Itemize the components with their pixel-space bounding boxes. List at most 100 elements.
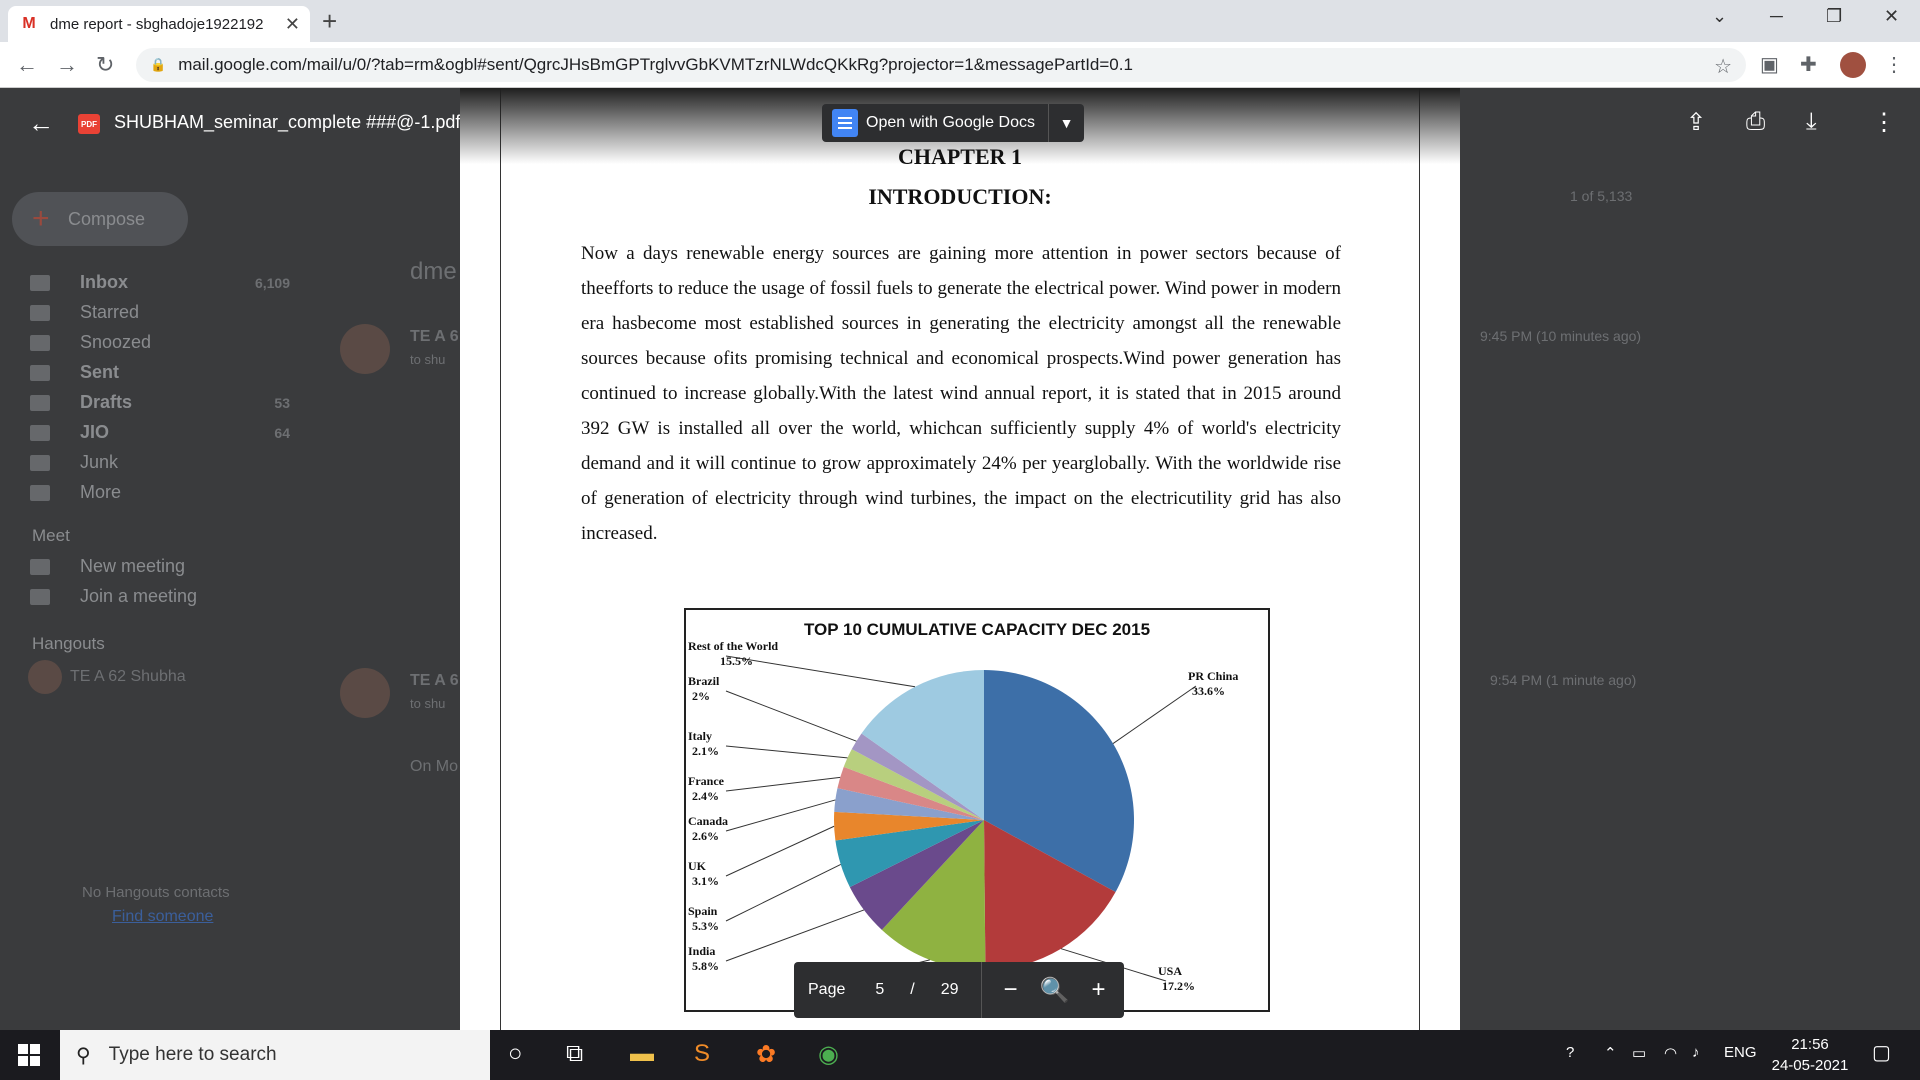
- nav-more[interactable]: More: [30, 482, 290, 503]
- keyboard-icon: [30, 588, 50, 605]
- zoom-icon[interactable]: 🔍: [1040, 976, 1070, 1005]
- page-separator: /: [910, 981, 915, 998]
- star-icon: [30, 304, 50, 321]
- slice-value-label: 15.5%: [720, 654, 753, 668]
- browser-menu-icon[interactable]: ⋮: [1884, 52, 1904, 77]
- join-meeting[interactable]: Join a meeting: [30, 586, 290, 607]
- minimize-icon[interactable]: ─: [1770, 6, 1783, 27]
- nav-junk[interactable]: Junk: [30, 452, 290, 473]
- volume-icon[interactable]: ♪: [1692, 1044, 1700, 1061]
- zoom-out-icon[interactable]: −: [1004, 976, 1018, 1004]
- puzzle-icon[interactable]: ✚: [1800, 52, 1817, 77]
- tray-chevron-icon[interactable]: ⌃: [1604, 1044, 1617, 1062]
- close-tab-icon[interactable]: ✕: [285, 14, 300, 35]
- windows-start-icon[interactable]: [18, 1044, 40, 1066]
- leader-line: [725, 909, 865, 962]
- file-name: SHUBHAM_seminar_complete ###@-1.pdf: [114, 112, 461, 132]
- language-indicator[interactable]: ENG: [1724, 1044, 1757, 1061]
- battery-icon[interactable]: ▭: [1632, 1044, 1646, 1062]
- compose-label: Compose: [68, 208, 146, 229]
- pie-chart: PR China33.6%USA17.2%GermanyIndia5.8%Spa…: [688, 639, 1238, 993]
- more-options-icon[interactable]: ⋮: [1872, 108, 1896, 137]
- slice-name-label: Italy: [688, 729, 712, 743]
- windows-taskbar: ⚲ Type here to search ○ ⧉ ▬ S ✿ ◉ ? ⌃ ▭ …: [0, 1030, 1920, 1080]
- wifi-icon[interactable]: ◠: [1664, 1044, 1677, 1062]
- leader-line: [725, 799, 836, 832]
- slice-value-label: 3.1%: [692, 874, 719, 888]
- leader-line: [1112, 685, 1197, 744]
- new-tab-icon[interactable]: +: [322, 8, 337, 34]
- profile-avatar[interactable]: [1840, 52, 1866, 78]
- clock[interactable]: 21:56 24-05-2021: [1770, 1034, 1850, 1076]
- to-line: to shu: [410, 696, 446, 711]
- forward-icon[interactable]: →: [56, 52, 78, 78]
- nav-drafts[interactable]: Drafts 53: [30, 392, 290, 413]
- nav-snoozed[interactable]: Snoozed: [30, 332, 290, 353]
- bookmark-star-icon[interactable]: ☆: [1714, 54, 1732, 79]
- dropdown-arrow-icon[interactable]: ▼: [1048, 104, 1084, 142]
- google-docs-icon: [832, 109, 858, 137]
- pie-chart-box: TOP 10 CUMULATIVE CAPACITY DEC 2015 PR C…: [684, 608, 1270, 1012]
- label-icon: [30, 454, 50, 471]
- tab-search-icon[interactable]: ⌄: [1712, 6, 1727, 27]
- new-meeting[interactable]: New meeting: [30, 556, 290, 577]
- gmail-sidebar: + Compose Inbox 6,109 Starred Snoozed Sen…: [0, 88, 320, 1030]
- nav-label: Snoozed: [80, 332, 152, 352]
- intro-paragraph: Now a days renewable energy sources are …: [581, 243, 1341, 544]
- nav-label: Sent: [80, 362, 120, 382]
- slice-name-label: Spain: [688, 904, 718, 918]
- address-bar-row: ← → ↻ 🔒 mail.google.com/mail/u/0/?tab=rm…: [0, 42, 1920, 88]
- meet-label: Join a meeting: [80, 586, 198, 606]
- open-with-google-docs-button[interactable]: Open with Google Docs ▼: [822, 104, 1084, 142]
- leader-line: [725, 745, 848, 759]
- slice-name-label: France: [688, 774, 725, 788]
- back-icon[interactable]: ←: [16, 52, 38, 78]
- inbox-icon: [30, 274, 50, 291]
- slice-name-label: India: [688, 944, 715, 958]
- restore-icon[interactable]: ❐: [1826, 6, 1842, 27]
- hangouts-user[interactable]: TE A 62 Shubha: [70, 668, 186, 686]
- cortana-icon[interactable]: ○: [508, 1040, 523, 1068]
- compose-button[interactable]: + Compose: [12, 192, 188, 246]
- sender-avatar: [340, 668, 390, 718]
- nav-label: More: [80, 482, 122, 502]
- extension-icon[interactable]: ▣: [1760, 52, 1779, 77]
- sender-name[interactable]: TE A 6: [410, 328, 459, 346]
- sender-name[interactable]: TE A 6: [410, 672, 459, 690]
- send-icon: [30, 364, 50, 381]
- chrome-icon[interactable]: ◉: [818, 1040, 839, 1069]
- reload-icon[interactable]: ↻: [96, 52, 114, 78]
- hangouts-avatar[interactable]: [28, 660, 62, 694]
- notifications-icon[interactable]: ▢: [1872, 1040, 1891, 1065]
- viewer-back-icon[interactable]: ←: [28, 108, 54, 139]
- close-window-icon[interactable]: ✕: [1884, 6, 1899, 27]
- browser-tab[interactable]: M dme report - sbghadoje1922192 ✕: [8, 6, 310, 42]
- file-explorer-icon[interactable]: ▬: [630, 1040, 654, 1068]
- task-view-icon[interactable]: ⧉: [566, 1040, 583, 1068]
- slice-name-label: PR China: [1188, 669, 1238, 683]
- print-icon[interactable]: ⎙: [1746, 108, 1765, 136]
- slice-value-label: 17.2%: [1162, 979, 1195, 993]
- nav-starred[interactable]: Starred: [30, 302, 290, 323]
- slice-name-label: Rest of the World: [688, 639, 778, 653]
- help-icon[interactable]: ?: [1566, 1044, 1574, 1061]
- screen: M dme report - sbghadoje1922192 ✕ + ⌄ ─ …: [0, 0, 1920, 1080]
- taskbar-search[interactable]: ⚲ Type here to search: [60, 1030, 490, 1080]
- chevron-down-icon: [30, 484, 50, 501]
- add-to-drive-icon[interactable]: ⇪: [1686, 108, 1706, 137]
- sublime-icon[interactable]: S: [694, 1040, 710, 1068]
- nav-jio[interactable]: JIO 64: [30, 422, 290, 443]
- open-with-label: Open with Google Docs: [866, 114, 1035, 131]
- leader-line: [725, 776, 841, 792]
- page-number-input[interactable]: 5: [875, 981, 884, 999]
- find-someone-link[interactable]: Find someone: [112, 908, 213, 926]
- zoom-in-icon[interactable]: +: [1091, 976, 1105, 1004]
- xampp-icon[interactable]: ✿: [756, 1040, 776, 1069]
- download-icon[interactable]: ⤓: [1806, 108, 1817, 136]
- slice-name-label: Brazil: [688, 674, 720, 688]
- nav-sent[interactable]: Sent: [30, 362, 290, 383]
- omnibox[interactable]: 🔒 mail.google.com/mail/u/0/?tab=rm&ogbl#…: [136, 48, 1746, 82]
- nav-label: Starred: [80, 302, 140, 322]
- nav-inbox[interactable]: Inbox 6,109: [30, 272, 290, 293]
- quoted-text: On Mo: [410, 758, 459, 775]
